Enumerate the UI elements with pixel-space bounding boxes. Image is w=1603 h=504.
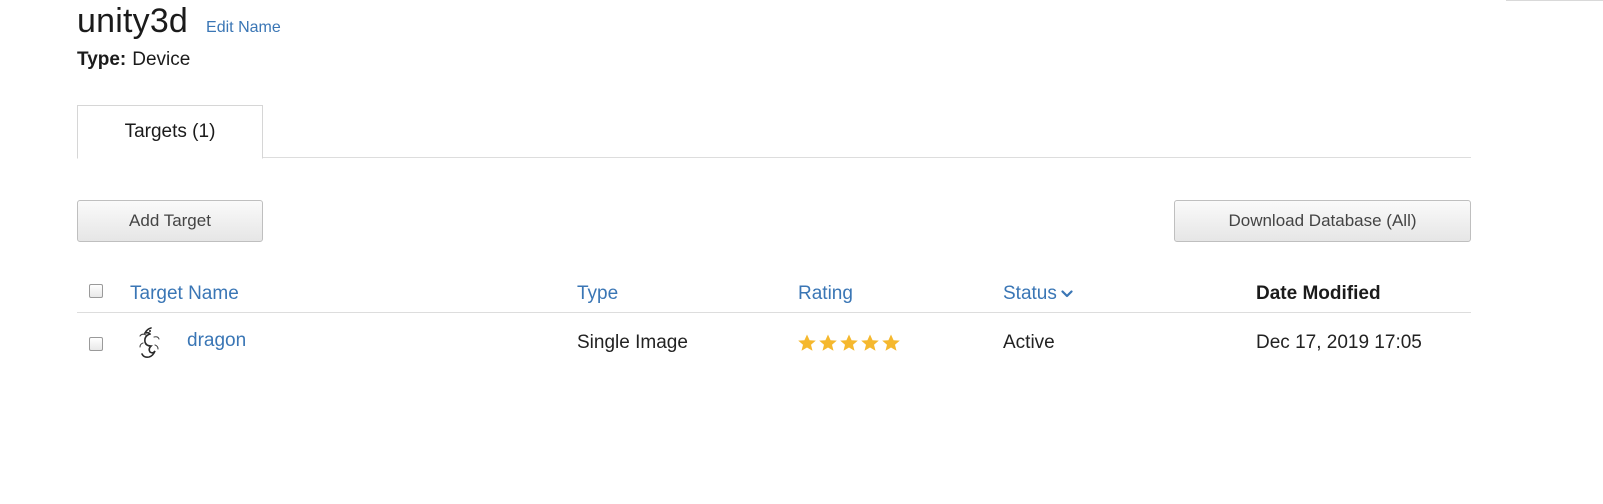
- tab-targets[interactable]: Targets (1): [77, 105, 263, 159]
- column-header-date-modified: Date Modified: [1256, 283, 1381, 304]
- target-name-link[interactable]: dragon: [187, 330, 246, 352]
- star-icon: [798, 334, 816, 351]
- tabs-divider: [77, 157, 1471, 158]
- table-header: Target Name Type Rating Status Date Modi…: [77, 276, 1471, 313]
- column-header-status[interactable]: Status: [1003, 283, 1073, 305]
- target-date-modified: Dec 17, 2019 17:05: [1256, 332, 1422, 353]
- title-row: unity3d Edit Name: [77, 2, 281, 41]
- download-database-button[interactable]: Download Database (All): [1174, 200, 1471, 242]
- top-edge-divider: [1506, 0, 1603, 1]
- table-row: dragon Single Image Active Dec 17, 2019 …: [77, 313, 1471, 373]
- column-header-type[interactable]: Type: [577, 283, 618, 305]
- star-icon: [819, 334, 837, 351]
- star-rating: [797, 333, 901, 353]
- star-icon: [861, 334, 879, 351]
- type-label: Type:: [77, 49, 127, 70]
- chevron-down-icon: [1061, 290, 1073, 298]
- type-value: Device: [132, 49, 191, 70]
- star-icon: [840, 334, 858, 351]
- status-header-label: Status: [1003, 283, 1057, 304]
- target-type: Single Image: [577, 332, 688, 353]
- dragon-thumbnail-icon: [139, 327, 160, 358]
- database-name: unity3d: [77, 2, 189, 40]
- star-icon: [882, 334, 900, 351]
- column-header-target-name[interactable]: Target Name: [130, 283, 239, 305]
- select-all-checkbox[interactable]: [89, 284, 103, 298]
- database-type: Type: Device: [77, 49, 190, 71]
- edit-name-link[interactable]: Edit Name: [206, 19, 281, 37]
- row-checkbox[interactable]: [89, 337, 103, 351]
- add-target-button[interactable]: Add Target: [77, 200, 263, 242]
- column-header-rating[interactable]: Rating: [798, 283, 853, 305]
- target-status: Active: [1003, 332, 1055, 353]
